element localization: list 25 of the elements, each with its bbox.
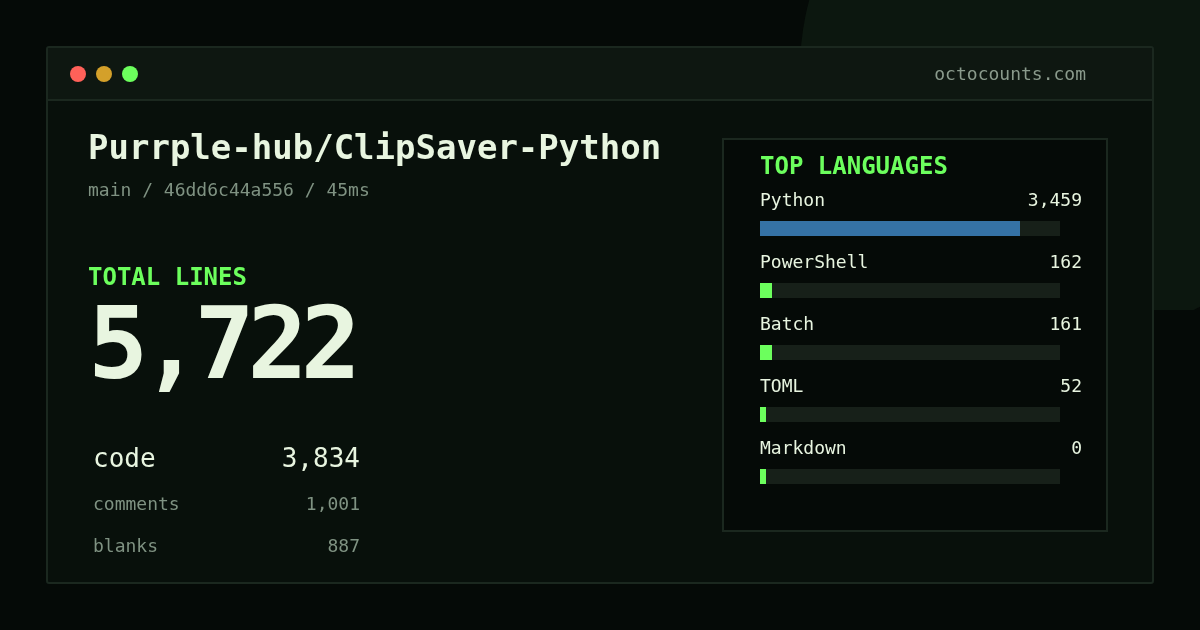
language-name: PowerShell — [760, 251, 869, 273]
window-control-icon[interactable] — [70, 65, 86, 82]
stat-value: 887 — [327, 535, 360, 557]
panel-title: TOP LANGUAGES — [760, 152, 949, 180]
stat-label: blanks — [93, 535, 159, 557]
language-name: Markdown — [760, 437, 847, 459]
stat-value: 3,834 — [281, 443, 360, 473]
language-name: Batch — [760, 313, 815, 335]
commit-info: main / 46dd6c44a556 / 45ms — [88, 179, 371, 201]
language-count: 0 — [1071, 437, 1082, 459]
stat-label: comments — [93, 493, 180, 515]
window-control-icon[interactable] — [96, 65, 112, 82]
site-url: octocounts.com — [934, 62, 1086, 85]
stat-value: 1,001 — [305, 493, 360, 515]
language-count: 3,459 — [1027, 189, 1082, 211]
language-name: TOML — [760, 375, 804, 397]
total-lines-label: TOTAL LINES — [88, 263, 248, 291]
repo-title: Purrple-hub/ClipSaver-Python — [88, 127, 663, 167]
language-count: 52 — [1060, 375, 1082, 397]
total-lines-value: 5,722 — [88, 294, 356, 394]
stat-label: code — [93, 443, 156, 473]
language-name: Python — [760, 189, 826, 211]
window-control-icon[interactable] — [122, 65, 138, 82]
language-count: 161 — [1049, 313, 1082, 335]
language-count: 162 — [1049, 251, 1082, 273]
